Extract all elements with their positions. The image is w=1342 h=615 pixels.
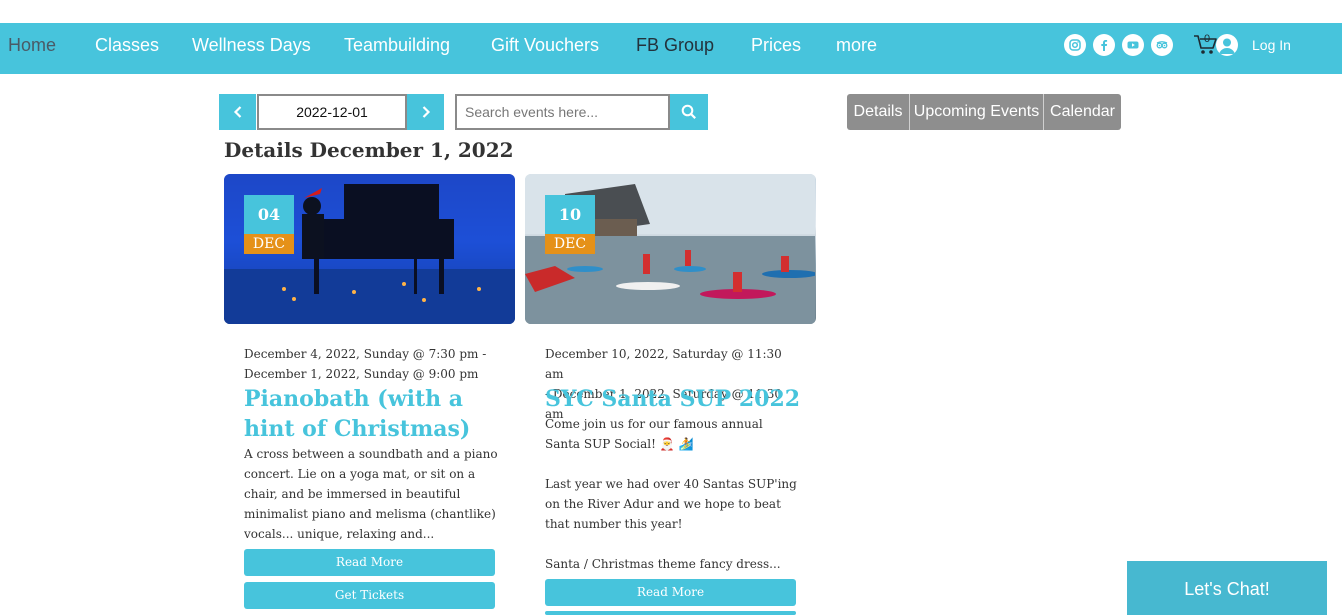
date-field[interactable]: 2022-12-01 bbox=[257, 94, 407, 130]
chat-button[interactable]: Let's Chat! bbox=[1127, 561, 1327, 615]
get-tickets-button[interactable] bbox=[545, 611, 796, 615]
nav-wellness-days[interactable]: Wellness Days bbox=[192, 35, 311, 56]
instagram-icon[interactable] bbox=[1064, 34, 1086, 56]
nav-more[interactable]: more bbox=[836, 35, 877, 56]
event-description: A cross between a soundbath and a piano … bbox=[244, 447, 498, 541]
cart-count: 0 bbox=[1204, 33, 1211, 45]
next-date-button[interactable] bbox=[407, 94, 444, 130]
date-badge: 04 DEC bbox=[244, 195, 294, 254]
tab-details[interactable]: Details bbox=[847, 94, 909, 130]
search-icon bbox=[681, 104, 696, 119]
badge-month: DEC bbox=[545, 234, 595, 254]
event-search-input[interactable] bbox=[455, 94, 670, 130]
event-description-para: Last year we had over 40 Santas SUP'ing … bbox=[545, 477, 797, 531]
youtube-icon[interactable] bbox=[1122, 34, 1144, 56]
tripadvisor-icon[interactable] bbox=[1151, 34, 1173, 56]
nav-fb-group[interactable]: FB Group bbox=[636, 35, 714, 56]
chevron-right-icon bbox=[422, 106, 430, 118]
event-description: Come join us for our famous annual Santa… bbox=[545, 414, 801, 574]
tab-upcoming-events[interactable]: Upcoming Events bbox=[909, 94, 1043, 130]
event-description-para: Come join us for our famous annual Santa… bbox=[545, 417, 763, 451]
event-start-date: December 10, 2022, Saturday @ 11:30 am bbox=[545, 347, 782, 381]
chevron-left-icon bbox=[233, 106, 241, 118]
event-start-date: December 4, 2022, Sunday @ 7:30 pm - bbox=[244, 347, 487, 361]
badge-day: 10 bbox=[545, 195, 595, 234]
login-link[interactable]: Log In bbox=[1252, 37, 1291, 53]
read-more-button[interactable]: Read More bbox=[244, 549, 495, 576]
event-title[interactable]: Pianobath (with a hint of Christmas) bbox=[244, 384, 500, 444]
badge-month: DEC bbox=[244, 234, 294, 254]
nav-home[interactable]: Home bbox=[8, 35, 56, 56]
event-title[interactable]: SYC Santa SUP 2022 bbox=[545, 384, 801, 414]
date-badge: 10 DEC bbox=[545, 195, 595, 254]
tab-calendar[interactable]: Calendar bbox=[1043, 94, 1121, 130]
nav-teambuilding[interactable]: Teambuilding bbox=[344, 35, 450, 56]
read-more-button[interactable]: Read More bbox=[545, 579, 796, 606]
nav-classes[interactable]: Classes bbox=[95, 35, 159, 56]
event-date-range: December 4, 2022, Sunday @ 7:30 pm - Dec… bbox=[244, 344, 500, 384]
nav-gift-vouchers[interactable]: Gift Vouchers bbox=[491, 35, 599, 56]
prev-date-button[interactable] bbox=[219, 94, 256, 130]
user-avatar-icon[interactable] bbox=[1216, 34, 1238, 56]
search-button[interactable] bbox=[670, 94, 708, 130]
page-title: Details December 1, 2022 bbox=[224, 138, 514, 162]
event-end-date: December 1, 2022, Sunday @ 9:00 pm bbox=[244, 367, 479, 381]
get-tickets-button[interactable]: Get Tickets bbox=[244, 582, 495, 609]
nav-prices[interactable]: Prices bbox=[751, 35, 801, 56]
badge-day: 04 bbox=[244, 195, 294, 234]
event-description-para: Santa / Christmas theme fancy dress... bbox=[545, 557, 781, 571]
facebook-icon[interactable] bbox=[1093, 34, 1115, 56]
